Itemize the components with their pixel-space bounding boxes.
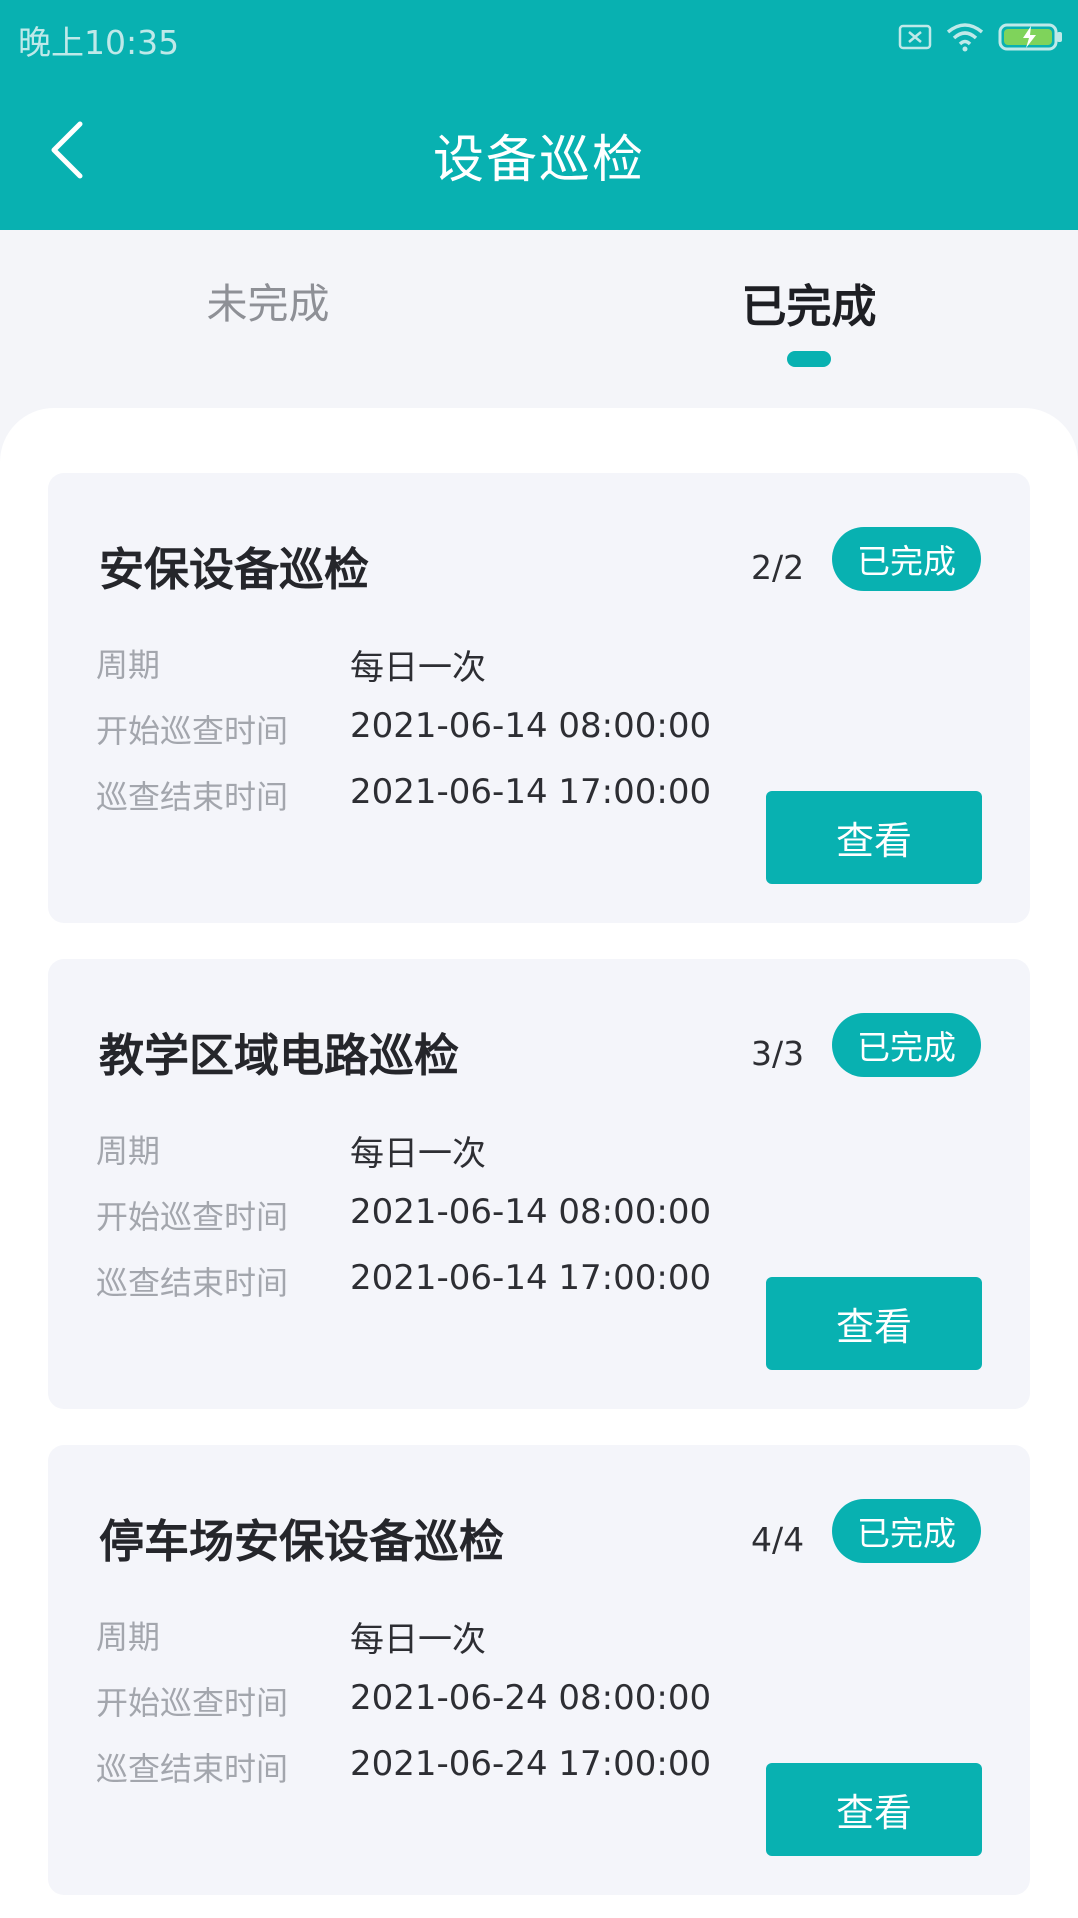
card-title: 安保设备巡检 [99,543,370,596]
info-label: 周期 [96,1132,161,1170]
card-title: 停车场安保设备巡检 [99,1515,505,1568]
info-label: 周期 [96,1618,161,1656]
info-label: 巡查结束时间 [96,1750,289,1788]
info-value: 2021-06-24 08:00:00 [350,1678,712,1718]
info-value: 2021-06-14 17:00:00 [350,1258,712,1298]
info-label: 巡查结束时间 [96,778,289,816]
sim-off-icon [898,24,932,50]
page-title: 设备巡检 [432,131,645,190]
app-header: 晚上10:35 设备巡检 [0,0,1078,230]
info-label: 开始巡查时间 [96,1684,289,1722]
view-button[interactable]: 查看 [766,1277,982,1370]
info-value: 2021-06-14 08:00:00 [350,706,712,746]
info-value: 2021-06-24 17:00:00 [350,1744,712,1784]
info-value: 每日一次 [350,648,486,688]
info-value: 2021-06-14 08:00:00 [350,1192,712,1232]
battery-charging-icon [998,23,1062,51]
status-badge: 已完成 [832,527,981,591]
info-value: 每日一次 [350,1134,486,1174]
inspection-card: 安保设备巡检 2/2 已完成 周期 每日一次 开始巡查时间 2021-06-14… [48,473,1030,923]
progress-count: 4/4 [751,1520,805,1559]
view-button[interactable]: 查看 [766,791,982,884]
info-label: 开始巡查时间 [96,1198,289,1236]
status-badge: 已完成 [832,1499,981,1563]
task-list-panel: 安保设备巡检 2/2 已完成 周期 每日一次 开始巡查时间 2021-06-14… [0,408,1078,1918]
view-button[interactable]: 查看 [766,1763,982,1856]
status-badge: 已完成 [832,1013,981,1077]
active-tab-indicator [787,351,831,367]
progress-count: 2/2 [751,548,805,587]
tab-bar: 未完成 已完成 [0,230,1078,410]
tab-completed[interactable]: 已完成 [659,270,959,335]
inspection-card: 教学区域电路巡检 3/3 已完成 周期 每日一次 开始巡查时间 2021-06-… [48,959,1030,1409]
status-bar: 晚上10:35 [0,0,1078,76]
wifi-icon [946,23,984,52]
progress-count: 3/3 [751,1034,805,1073]
tab-incomplete[interactable]: 未完成 [118,270,418,330]
status-time: 晚上10:35 [18,23,180,62]
card-title: 教学区域电路巡检 [99,1029,460,1082]
info-label: 周期 [96,646,161,684]
status-icons [898,20,1064,54]
info-value: 2021-06-14 17:00:00 [350,772,712,812]
info-value: 每日一次 [350,1620,486,1660]
info-label: 巡查结束时间 [96,1264,289,1302]
info-label: 开始巡查时间 [96,712,289,750]
inspection-card: 停车场安保设备巡检 4/4 已完成 周期 每日一次 开始巡查时间 2021-06… [48,1445,1030,1895]
